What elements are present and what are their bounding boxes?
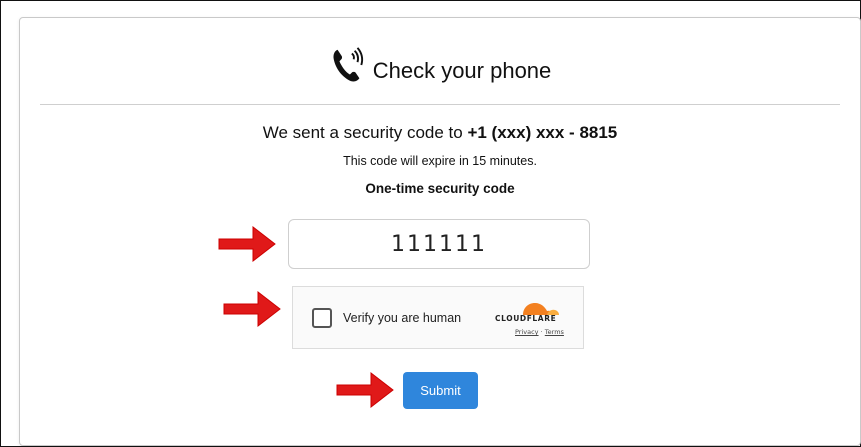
- header-divider: [40, 104, 840, 105]
- security-code-input[interactable]: [288, 219, 590, 269]
- expiration-note: This code will expire in 15 minutes.: [343, 154, 537, 168]
- terms-link[interactable]: Terms: [545, 328, 564, 336]
- captcha-links: Privacy · Terms: [515, 328, 564, 336]
- privacy-link[interactable]: Privacy: [515, 328, 539, 336]
- page-title: Check your phone: [372, 58, 552, 83]
- code-sent-message: We sent a security code to +1 (xxx) xxx …: [20, 123, 860, 143]
- annotation-arrow-submit: [336, 371, 394, 409]
- annotation-arrow-captcha: [223, 290, 281, 328]
- masked-phone-number: +1 (xxx) xxx - 8815: [467, 123, 618, 142]
- verify-human-label[interactable]: Verify you are human: [343, 311, 461, 325]
- verification-card: Check your phone We sent a security code…: [19, 17, 861, 446]
- cloudflare-turnstile-widget: Verify you are human CLOUDFLARE Privacy …: [292, 286, 584, 349]
- annotation-arrow-code-input: [218, 225, 276, 263]
- header: Check your phone: [20, 47, 860, 84]
- code-sent-prefix: We sent a security code to: [262, 123, 468, 142]
- code-field-label: One-time security code: [365, 181, 515, 196]
- cloudflare-wordmark: CLOUDFLARE: [495, 314, 557, 323]
- phone-ringing-icon: [333, 47, 363, 82]
- verify-human-checkbox[interactable]: [312, 308, 332, 328]
- submit-button[interactable]: Submit: [403, 372, 478, 409]
- screenshot-frame: Check your phone We sent a security code…: [0, 0, 861, 447]
- link-separator: ·: [540, 328, 543, 336]
